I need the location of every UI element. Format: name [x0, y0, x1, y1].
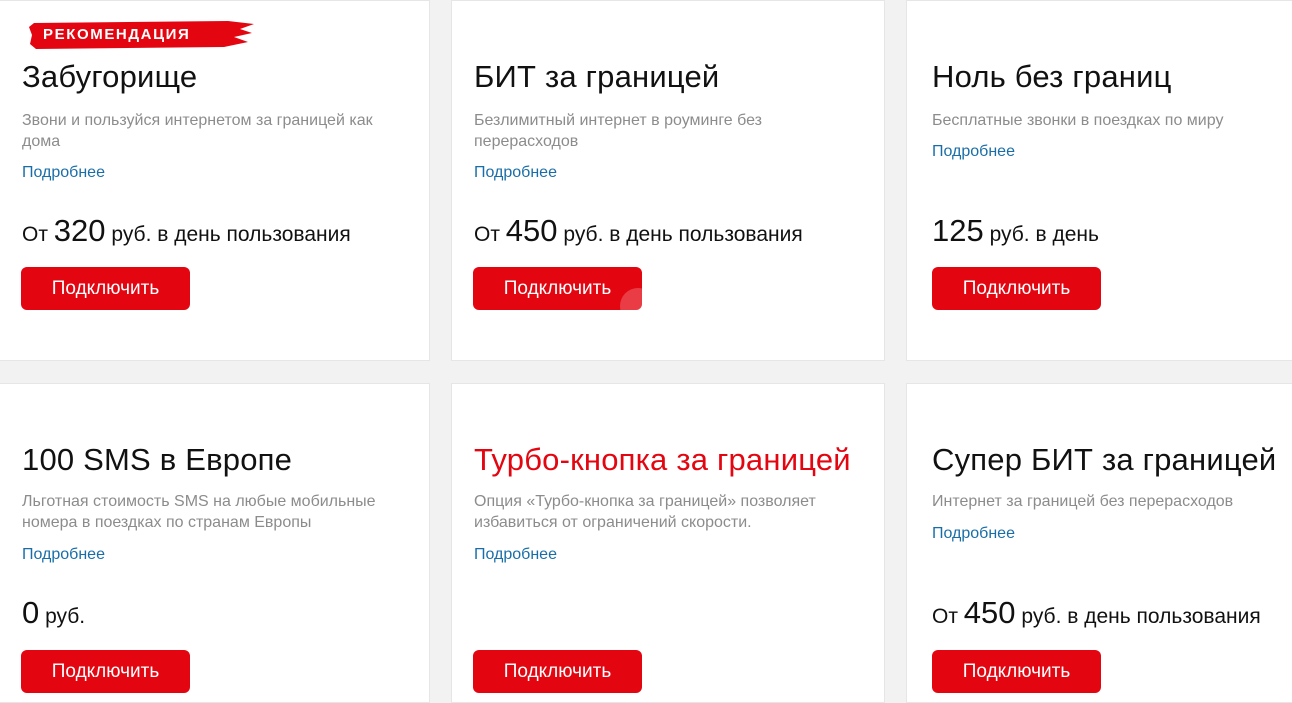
card-description: Бесплатные звонки в поездках по миру [932, 112, 1224, 129]
recommendation-badge: РЕКОМЕНДАЦИЯ [28, 20, 256, 51]
tariff-card-zero-without-borders: Ноль без границ Бесплатные звонки в поез… [906, 0, 1292, 361]
connect-button[interactable]: Подключить [473, 650, 642, 693]
card-title: 100 SMS в Европе [22, 442, 293, 477]
card-description: Опция «Турбо-кнопка за границей» позволя… [474, 493, 816, 531]
card-title[interactable]: Турбо-кнопка за границей [474, 442, 851, 478]
card-title: Забугорище [22, 59, 198, 94]
connect-button[interactable]: Подключить [932, 267, 1101, 310]
connect-button[interactable]: Подключить [932, 650, 1101, 693]
tariff-card-bit-abroad: БИТ за границей Безлимитный интернет в р… [451, 0, 885, 361]
more-link[interactable]: Подробнее [474, 164, 557, 182]
card-price: От 450 руб. в день пользования [932, 595, 1261, 630]
card-description: Звони и пользуйся интернетом за границей… [22, 112, 373, 150]
card-price: 0 руб. [22, 595, 86, 630]
card-description: Безлимитный интернет в роуминге без пере… [474, 112, 763, 150]
card-price: 125 руб. в день [932, 213, 1099, 248]
more-link[interactable]: Подробнее [932, 143, 1015, 161]
more-link[interactable]: Подробнее [22, 164, 105, 182]
card-title: Ноль без границ [932, 59, 1172, 94]
click-ripple [620, 288, 642, 310]
more-link[interactable]: Подробнее [474, 546, 557, 564]
card-description: Интернет за границей без перерасходов [932, 493, 1234, 510]
card-description: Льготная стоимость SMS на любые мобильны… [22, 493, 376, 531]
tariff-card-100-sms-europe: 100 SMS в Европе Льготная стоимость SMS … [0, 383, 430, 703]
more-link[interactable]: Подробнее [932, 525, 1015, 543]
card-price: От 450 руб. в день пользования [474, 213, 803, 248]
card-price: От 320 руб. в день пользования [22, 213, 351, 248]
tariff-card-zabugorishche: РЕКОМЕНДАЦИЯ Забугорище Звони и пользуйс… [0, 0, 430, 361]
card-title: БИТ за границей [474, 59, 720, 94]
connect-button[interactable]: Подключить [21, 650, 190, 693]
tariff-card-turbo-button-abroad: Турбо-кнопка за границей Опция «Турбо-кн… [451, 383, 885, 703]
tariff-card-super-bit-abroad: Супер БИТ за границей Интернет за границ… [906, 383, 1292, 703]
card-title: Супер БИТ за границей [932, 442, 1277, 477]
connect-button[interactable]: Подключить [21, 267, 190, 310]
more-link[interactable]: Подробнее [22, 546, 105, 564]
connect-button[interactable]: Подключить [473, 267, 642, 310]
